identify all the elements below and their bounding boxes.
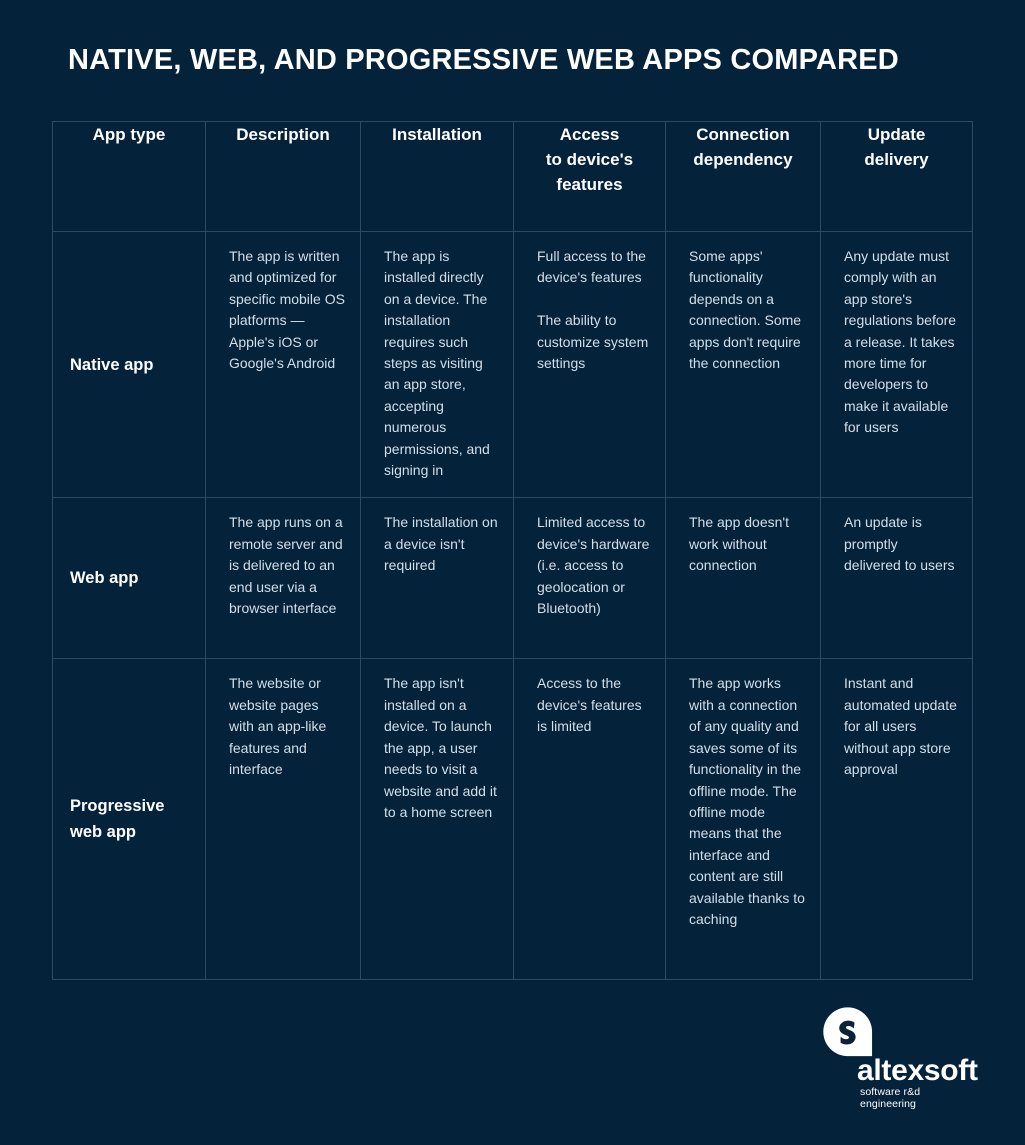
row-label-progressive-web-app: Progressive web app bbox=[52, 658, 206, 981]
cell-native-installation: The app is installed directly on a devic… bbox=[360, 230, 514, 499]
column-header-label: Connection dependency bbox=[693, 125, 793, 169]
cell-native-access: Full access to the device's features The… bbox=[513, 230, 666, 499]
cell-text: The app is installed directly on a devic… bbox=[384, 248, 490, 479]
cell-pwa-connection: The app works with a connection of any q… bbox=[665, 658, 821, 981]
column-header-label: Update delivery bbox=[864, 125, 929, 169]
column-header-label: Access to device's features bbox=[545, 125, 634, 194]
column-header-update-delivery: Update delivery bbox=[820, 121, 973, 232]
cell-text: Any update must comply with an app store… bbox=[844, 248, 957, 436]
speech-bubble-a-icon bbox=[821, 1006, 875, 1060]
comparison-table: App type Description Installation Access… bbox=[52, 121, 973, 981]
column-header-app-type: App type bbox=[52, 121, 206, 232]
row-label-native-app: Native app bbox=[52, 230, 206, 499]
cell-text: The installation on a device isn't requi… bbox=[384, 514, 498, 574]
cell-text: The app works with a connection of any q… bbox=[689, 675, 805, 927]
cell-web-connection: The app doesn't work without connection bbox=[665, 497, 821, 660]
table-header-row: App type Description Installation Access… bbox=[52, 121, 973, 232]
table-body: Native app The app is written and optimi… bbox=[52, 230, 973, 981]
cell-web-description: The app runs on a remote server and is d… bbox=[205, 497, 361, 660]
cell-text: The app isn't installed on a device. To … bbox=[384, 675, 497, 820]
cell-native-update: Any update must comply with an app store… bbox=[820, 230, 973, 499]
column-header-label: Installation bbox=[392, 125, 482, 144]
cell-pwa-installation: The app isn't installed on a device. To … bbox=[360, 658, 514, 981]
cell-native-connection: Some apps' functionality depends on a co… bbox=[665, 230, 821, 499]
row-label-text: Progressive web app bbox=[70, 797, 165, 842]
cell-pwa-description: The website or website pages with an app… bbox=[205, 658, 361, 981]
cell-text: Some apps' functionality depends on a co… bbox=[689, 248, 802, 372]
logo-tagline: software r&d engineering bbox=[860, 1086, 921, 1110]
cell-text: Limited access to device's hardware (i.e… bbox=[537, 514, 650, 617]
row-label-text: Web app bbox=[70, 569, 139, 588]
comparison-table-wrapper: App type Description Installation Access… bbox=[52, 121, 973, 981]
column-header-label: Description bbox=[236, 125, 330, 144]
column-header-description: Description bbox=[205, 121, 361, 232]
page-title: NATIVE, WEB, AND PROGRESSIVE WEB APPS CO… bbox=[68, 44, 899, 76]
cell-native-description: The app is written and optimized for spe… bbox=[205, 230, 361, 499]
column-header-label: App type bbox=[92, 125, 166, 144]
cell-text: The app runs on a remote server and is d… bbox=[229, 514, 343, 617]
infographic-page: NATIVE, WEB, AND PROGRESSIVE WEB APPS CO… bbox=[0, 0, 1025, 1145]
cell-text: The app is written and optimized for spe… bbox=[229, 248, 345, 372]
cell-text: Access to the device's features is limit… bbox=[537, 675, 642, 735]
cell-text: The website or website pages with an app… bbox=[229, 675, 327, 778]
cell-text: Instant and automated update for all use… bbox=[844, 675, 957, 778]
altexsoft-logo: altexsoft software r&d engineering bbox=[815, 1006, 978, 1110]
column-header-connection-dependency: Connection dependency bbox=[665, 121, 821, 232]
cell-text: The app doesn't work without connection bbox=[689, 514, 789, 574]
row-label-text: Native app bbox=[70, 355, 154, 374]
table-header: App type Description Installation Access… bbox=[52, 121, 973, 232]
cell-pwa-update: Instant and automated update for all use… bbox=[820, 658, 973, 981]
cell-web-update: An update is promptly delivered to users bbox=[820, 497, 973, 660]
cell-pwa-access: Access to the device's features is limit… bbox=[513, 658, 666, 981]
table-row: Web app The app runs on a remote server … bbox=[52, 497, 973, 660]
cell-web-installation: The installation on a device isn't requi… bbox=[360, 497, 514, 660]
column-header-installation: Installation bbox=[360, 121, 514, 232]
table-row: Progressive web app The website or websi… bbox=[52, 658, 973, 981]
cell-text: An update is promptly delivered to users bbox=[844, 514, 955, 574]
cell-text: Full access to the device's features The… bbox=[537, 248, 649, 372]
logo-wordmark: altexsoft bbox=[857, 1054, 978, 1087]
cell-web-access: Limited access to device's hardware (i.e… bbox=[513, 497, 666, 660]
row-label-web-app: Web app bbox=[52, 497, 206, 660]
table-row: Native app The app is written and optimi… bbox=[52, 230, 973, 499]
column-header-access-to-device-features: Access to device's features bbox=[513, 121, 666, 232]
